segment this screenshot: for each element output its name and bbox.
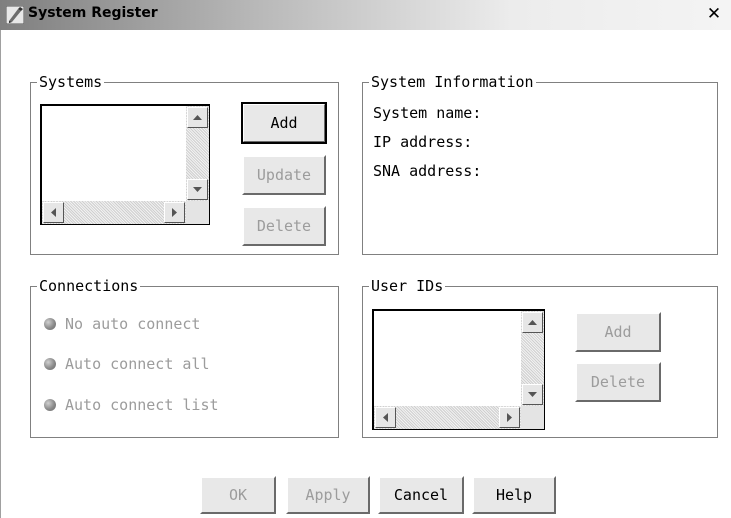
- user-ids-listbox[interactable]: [372, 309, 545, 430]
- system-register-dialog: System Register ✕ Systems Add Update Del…: [0, 0, 731, 518]
- user-ids-vertical-scrollbar[interactable]: [521, 311, 544, 406]
- scroll-left-button[interactable]: [375, 407, 396, 428]
- sna-address-label: SNA address:: [373, 162, 482, 180]
- radio-button-icon: [44, 358, 56, 370]
- connections-legend: Connections: [37, 277, 141, 295]
- scroll-up-button[interactable]: [187, 107, 208, 128]
- scroll-down-button[interactable]: [522, 384, 543, 405]
- systems-horizontal-scrollbar[interactable]: [42, 201, 186, 224]
- radio-button-icon: [44, 399, 56, 411]
- system-name-label: System name:: [373, 104, 482, 122]
- scrollbar-corner: [521, 406, 544, 429]
- radio-label: No auto connect: [65, 315, 201, 333]
- window-left-border: [0, 30, 7, 518]
- scrollbar-corner: [186, 201, 209, 224]
- help-button[interactable]: Help: [472, 476, 556, 514]
- user-ids-horizontal-scrollbar[interactable]: [374, 406, 521, 429]
- ip-address-label: IP address:: [373, 133, 473, 151]
- systems-vertical-scrollbar[interactable]: [186, 106, 209, 201]
- title-bar[interactable]: System Register ✕: [0, 0, 731, 30]
- system-info-legend: System Information: [369, 73, 536, 91]
- radio-auto-connect-list[interactable]: Auto connect list: [44, 396, 219, 416]
- user-ids-legend: User IDs: [369, 277, 446, 295]
- scroll-down-button[interactable]: [187, 179, 208, 200]
- close-icon[interactable]: ✕: [705, 4, 723, 24]
- radio-no-auto-connect[interactable]: No auto connect: [44, 315, 200, 335]
- radio-label: Auto connect all: [65, 355, 210, 373]
- scroll-up-arrow-icon: [193, 115, 202, 120]
- radio-auto-connect-all[interactable]: Auto connect all: [44, 355, 210, 375]
- scroll-left-button[interactable]: [43, 202, 64, 223]
- radio-label: Auto connect list: [65, 396, 219, 414]
- radio-button-icon: [44, 318, 56, 330]
- ok-button[interactable]: OK: [200, 476, 276, 514]
- window-title: System Register: [28, 5, 158, 21]
- pen-app-icon: [6, 6, 24, 24]
- scroll-up-button[interactable]: [522, 312, 543, 333]
- system-info-group: System Information System name: IP addre…: [362, 73, 718, 255]
- systems-add-button[interactable]: Add: [241, 102, 327, 144]
- scroll-right-button[interactable]: [164, 202, 185, 223]
- systems-update-button[interactable]: Update: [242, 155, 326, 195]
- scroll-down-arrow-icon: [193, 187, 202, 192]
- scroll-right-button[interactable]: [499, 407, 520, 428]
- cancel-button[interactable]: Cancel: [378, 476, 464, 514]
- user-ids-add-button[interactable]: Add: [575, 312, 661, 352]
- scroll-right-arrow-icon: [507, 413, 512, 422]
- systems-listbox[interactable]: [40, 104, 210, 225]
- systems-legend: Systems: [37, 73, 105, 91]
- systems-delete-button[interactable]: Delete: [242, 206, 326, 246]
- scroll-left-arrow-icon: [51, 208, 56, 217]
- scroll-left-arrow-icon: [383, 413, 388, 422]
- apply-button[interactable]: Apply: [286, 476, 370, 514]
- scroll-up-arrow-icon: [528, 320, 537, 325]
- scroll-down-arrow-icon: [528, 392, 537, 397]
- user-ids-delete-button[interactable]: Delete: [575, 362, 661, 402]
- scroll-right-arrow-icon: [172, 208, 177, 217]
